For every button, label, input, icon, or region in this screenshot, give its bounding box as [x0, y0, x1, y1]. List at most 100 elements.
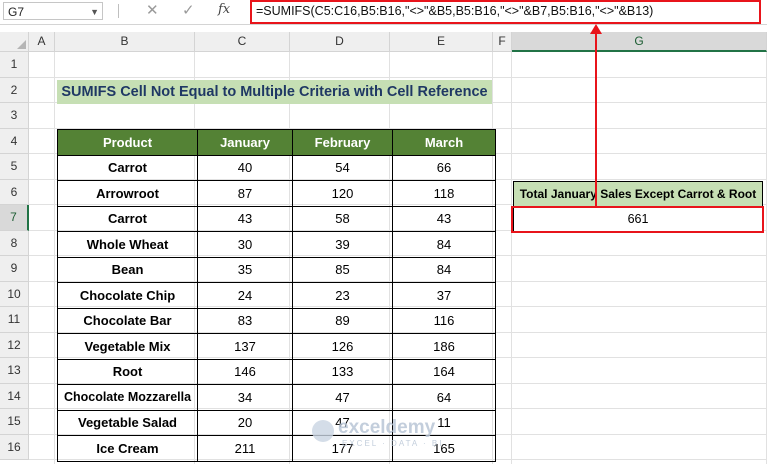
table-row: Bean 35 85 84 [57, 256, 496, 283]
sales-cell[interactable]: 133 [292, 358, 393, 385]
row-header-4[interactable]: 4 [0, 128, 29, 154]
watermark-tagline: EXCEL · DATA · BI [342, 439, 444, 448]
enter-icon[interactable]: ✓ [182, 1, 195, 19]
row-header-15[interactable]: 15 [0, 409, 29, 435]
name-box-value: G7 [8, 5, 25, 19]
row-header-3[interactable]: 3 [0, 103, 29, 129]
sales-cell[interactable]: 84 [392, 256, 496, 283]
gridline [511, 52, 512, 464]
sales-cell[interactable]: 120 [292, 180, 393, 207]
sales-cell[interactable]: 89 [292, 307, 393, 334]
product-cell[interactable]: Arrowroot [57, 180, 198, 207]
divider [118, 4, 119, 18]
table-header-january: January [197, 129, 293, 156]
sales-cell[interactable]: 58 [292, 205, 393, 232]
sales-cell[interactable]: 35 [197, 256, 293, 283]
product-cell[interactable]: Chocolate Mozzarella [57, 384, 198, 411]
product-cell[interactable]: Vegetable Salad [57, 409, 198, 436]
result-highlight-box [511, 206, 764, 233]
sales-cell[interactable]: 47 [292, 384, 393, 411]
column-header-c[interactable]: C [195, 32, 290, 52]
table-row: Chocolate Mozzarella 34 47 64 [57, 384, 496, 411]
row-header-10[interactable]: 10 [0, 281, 29, 307]
cancel-icon[interactable]: ✕ [146, 1, 159, 19]
product-cell[interactable]: Bean [57, 256, 198, 283]
row-header-7[interactable]: 7 [0, 205, 29, 231]
sales-cell[interactable]: 83 [197, 307, 293, 334]
product-cell[interactable]: Vegetable Mix [57, 333, 198, 360]
column-header-f[interactable]: F [493, 32, 512, 52]
column-header-g[interactable]: G [512, 32, 767, 52]
product-cell[interactable]: Chocolate Bar [57, 307, 198, 334]
table-header-march: March [392, 129, 496, 156]
row-header-13[interactable]: 13 [0, 358, 29, 384]
sheet-title: SUMIFS Cell Not Equal to Multiple Criter… [57, 80, 492, 104]
sales-cell[interactable]: 64 [392, 384, 496, 411]
sales-cell[interactable]: 20 [197, 409, 293, 436]
sales-cell[interactable]: 118 [392, 180, 496, 207]
sales-cell[interactable]: 66 [392, 154, 496, 181]
table-row: Root 146 133 164 [57, 358, 496, 385]
sales-cell[interactable]: 87 [197, 180, 293, 207]
table-row: Vegetable Mix 137 126 186 [57, 333, 496, 360]
sales-cell[interactable]: 186 [392, 333, 496, 360]
row-header-12[interactable]: 12 [0, 332, 29, 358]
watermark-brand: exceldemy [338, 417, 436, 438]
product-sales-table: Product January February March Carrot 40 54 66… [57, 129, 496, 462]
arrow-line [595, 30, 597, 208]
sales-cell[interactable]: 211 [197, 435, 293, 462]
sales-cell[interactable]: 37 [392, 282, 496, 309]
sales-cell[interactable]: 24 [197, 282, 293, 309]
row-header-9[interactable]: 9 [0, 256, 29, 282]
row-header-14[interactable]: 14 [0, 383, 29, 409]
chevron-down-icon[interactable]: ▼ [90, 3, 99, 21]
product-cell[interactable]: Carrot [57, 205, 198, 232]
product-cell[interactable]: Ice Cream [57, 435, 198, 462]
formula-highlight-box [250, 0, 761, 24]
sales-cell[interactable]: 85 [292, 256, 393, 283]
row-header-5[interactable]: 5 [0, 154, 29, 180]
row-header-16[interactable]: 16 [0, 434, 29, 460]
sales-cell[interactable]: 43 [197, 205, 293, 232]
product-cell[interactable]: Root [57, 358, 198, 385]
row-header-1[interactable]: 1 [0, 52, 29, 78]
product-cell[interactable]: Whole Wheat [57, 231, 198, 258]
fx-icon[interactable]: fx [218, 2, 230, 17]
row-header-6[interactable]: 6 [0, 179, 29, 205]
result-label-cell[interactable]: Total January Sales Except Carrot & Root [513, 181, 763, 207]
row-header-2[interactable]: 2 [0, 77, 29, 103]
product-cell[interactable]: Chocolate Chip [57, 282, 198, 309]
sales-cell[interactable]: 146 [197, 358, 293, 385]
column-header-a[interactable]: A [29, 32, 55, 52]
sales-cell[interactable]: 54 [292, 154, 393, 181]
sales-cell[interactable]: 40 [197, 154, 293, 181]
sales-cell[interactable]: 23 [292, 282, 393, 309]
sales-cell[interactable]: 43 [392, 205, 496, 232]
sales-cell[interactable]: 34 [197, 384, 293, 411]
row-header-11[interactable]: 11 [0, 307, 29, 333]
name-box[interactable]: G7 ▼ [3, 2, 103, 20]
sales-cell[interactable]: 84 [392, 231, 496, 258]
table-row: Carrot 43 58 43 [57, 205, 496, 232]
row-header-8[interactable]: 8 [0, 230, 29, 256]
sales-cell[interactable]: 116 [392, 307, 496, 334]
column-header-e[interactable]: E [390, 32, 493, 52]
sales-cell[interactable]: 39 [292, 231, 393, 258]
sales-cell[interactable]: 126 [292, 333, 393, 360]
arrow-up-icon [590, 24, 602, 34]
gridline [29, 76, 767, 78]
table-row: Carrot 40 54 66 [57, 154, 496, 181]
sales-cell[interactable]: 164 [392, 358, 496, 385]
table-header-product: Product [57, 129, 198, 156]
table-row: Arrowroot 87 120 118 [57, 180, 496, 207]
select-all-corner[interactable] [0, 32, 29, 52]
table-row: Chocolate Bar 83 89 116 [57, 307, 496, 334]
column-header-b[interactable]: B [55, 32, 195, 52]
product-cell[interactable]: Carrot [57, 154, 198, 181]
table-row: Chocolate Chip 24 23 37 [57, 282, 496, 309]
sales-cell[interactable]: 30 [197, 231, 293, 258]
table-row: Whole Wheat 30 39 84 [57, 231, 496, 258]
column-header-d[interactable]: D [290, 32, 390, 52]
sales-cell[interactable]: 137 [197, 333, 293, 360]
table-header-february: February [292, 129, 393, 156]
